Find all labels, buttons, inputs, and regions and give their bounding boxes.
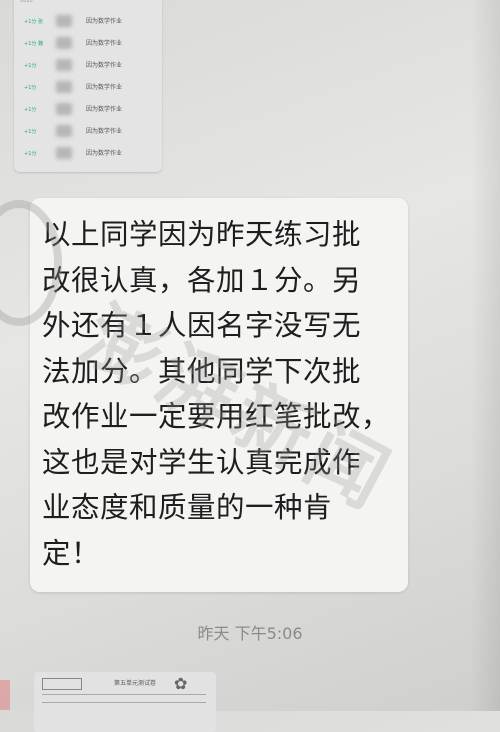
thumb-reason: 因为数学作业 xyxy=(86,40,123,47)
message-bubble[interactable]: 以上同学因为昨天练习批 改很认真，各加１分。另 外还有１人因名字没写无 法加分。… xyxy=(30,198,408,592)
thumb-reason: 因为数学作业 xyxy=(86,62,123,69)
thumb-row: +1分 因为数学作业 xyxy=(20,78,156,96)
blurred-name xyxy=(56,81,72,93)
thumb-badge: +1分 xyxy=(24,63,37,69)
thumb-reason: 因为数学作业 xyxy=(86,18,123,25)
thumb-row: +1分 张 因为数学作业 xyxy=(20,12,156,30)
paper-title: 第五单元测试卷 xyxy=(114,680,157,687)
thumb-row: +1分 因为数学作业 xyxy=(20,122,156,140)
thumb-row: +1分 魏 因为数学作业 xyxy=(20,34,156,52)
thumb-row: +1分 因为数学作业 xyxy=(20,56,156,74)
blurred-name xyxy=(56,15,72,27)
thumb-time: 2020 xyxy=(20,0,33,4)
blurred-name xyxy=(56,37,72,49)
thumb-reason: 因为数学作业 xyxy=(86,128,123,135)
paper-divider xyxy=(42,694,206,695)
test-paper-image-message[interactable]: 第五单元测试卷 ✿ xyxy=(34,672,216,732)
blurred-name xyxy=(56,147,72,159)
screenshot-image-message[interactable]: 2020 +1分 张 因为数学作业 +1分 魏 因为数学作业 +1分 因为数学作… xyxy=(14,0,162,172)
chat-window: 2020 +1分 张 因为数学作业 +1分 魏 因为数学作业 +1分 因为数学作… xyxy=(0,0,500,732)
thumb-reason: 因为数学作业 xyxy=(86,150,123,157)
paper-divider xyxy=(42,702,206,703)
thumb-badge: +1分 张 xyxy=(24,19,43,25)
blurred-name xyxy=(56,103,72,115)
thumb-badge: +1分 xyxy=(24,129,37,135)
paper-header-box xyxy=(42,678,82,690)
blurred-name xyxy=(56,59,72,71)
thumb-badge: +1分 xyxy=(24,151,37,157)
thumb-badge: +1分 xyxy=(24,85,37,91)
thumb-row: +1分 因为数学作业 xyxy=(20,144,156,162)
thumb-badge: +1分 魏 xyxy=(24,41,43,47)
message-text: 以上同学因为昨天练习批 改很认真，各加１分。另 外还有１人因名字没写无 法加分。… xyxy=(42,218,391,570)
edge-mark xyxy=(0,680,10,710)
message-timestamp: 昨天 下午5:06 xyxy=(197,624,303,643)
thumb-reason: 因为数学作业 xyxy=(86,84,123,91)
blurred-name xyxy=(56,125,72,137)
thumb-reason: 因为数学作业 xyxy=(86,106,123,113)
edge-shadow xyxy=(470,0,500,711)
school-logo-icon: ✿ xyxy=(174,674,188,693)
thumb-row: +1分 因为数学作业 xyxy=(20,100,156,118)
thumb-badge: +1分 xyxy=(24,107,37,113)
